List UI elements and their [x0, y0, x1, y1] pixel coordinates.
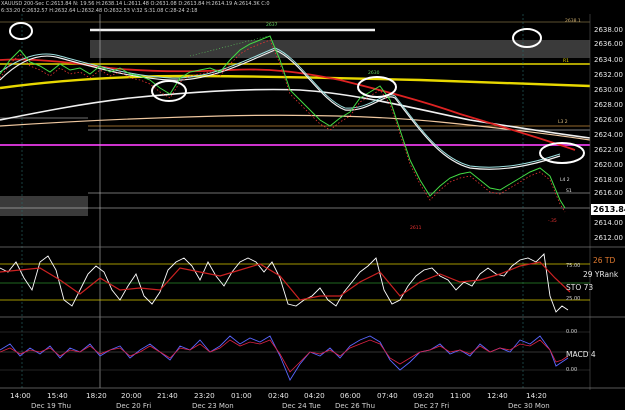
macd-signal-line: [0, 335, 569, 381]
ma-white-fast: [0, 49, 561, 170]
price-tick: 2634.00: [594, 56, 623, 64]
macd-lower-level-label: 0.00: [566, 367, 578, 373]
time-tick: 14:20: [526, 391, 547, 400]
time-tick: 21:40: [157, 391, 178, 400]
ma-cyan-fast: [0, 47, 561, 168]
time-tick: 09:20: [413, 391, 434, 400]
price-tick: 2614.00: [594, 219, 623, 227]
price-tick: 2626.00: [594, 116, 623, 124]
time-tick: 23:20: [194, 391, 215, 400]
l4-tag: L4 2: [560, 178, 570, 183]
r1-tag: R1: [563, 59, 569, 64]
ma-peach-long: [0, 114, 591, 141]
macd-histogram-line: [0, 339, 569, 373]
price-tick: 2612.00: [594, 234, 623, 242]
price-tick: 2624.00: [594, 131, 623, 139]
time-tick: 12:40: [487, 391, 508, 400]
price-tick: 2628.00: [594, 101, 623, 109]
dip-tag: -.35: [548, 219, 557, 224]
time-tick: 02:40: [268, 391, 289, 400]
peak-tag: 2637: [266, 23, 278, 28]
price-tick: 2620.00: [594, 161, 623, 169]
s1-tag: S1: [566, 189, 572, 194]
price-tick: 2638.00: [594, 26, 623, 34]
date-tick: Dec 27 Fri: [414, 402, 450, 410]
price-tick: 2632.00: [594, 71, 623, 79]
price-tick: 2636.00: [594, 40, 623, 48]
stoch-upper-level-label: 75.00: [566, 263, 581, 269]
stoch-td-label: 26 TD: [593, 256, 616, 265]
low-tag: 2611: [410, 226, 422, 231]
time-tick: 20:00: [121, 391, 142, 400]
time-tick: 01:00: [231, 391, 252, 400]
time-tick: 11:00: [450, 391, 471, 400]
date-tick: Dec 24 Tue: [282, 402, 321, 410]
price-chart[interactable]: [0, 0, 625, 410]
time-tick: 07:40: [377, 391, 398, 400]
stoch-rank-label: 29 YRank: [583, 270, 619, 279]
stoch-value-label: STO 73: [566, 283, 594, 292]
date-tick: Dec 30 Mon: [508, 402, 550, 410]
date-tick: Dec 26 Thu: [335, 402, 376, 410]
top-level-tag: 2638.1: [565, 19, 581, 24]
current-price-label: 2613.84: [593, 205, 625, 214]
date-tick: Dec 23 Mon: [192, 402, 234, 410]
price-tick: 2630.00: [594, 86, 623, 94]
macd-upper-level-label: 0.00: [566, 329, 578, 335]
ma-white-long: [0, 88, 591, 139]
highlight-circle-2: [151, 80, 187, 102]
time-tick: 04:20: [304, 391, 325, 400]
stoch-lower-level-label: 25.00: [566, 296, 581, 302]
date-tick: Dec 19 Thu: [31, 402, 72, 410]
price-tick: 2616.00: [594, 189, 623, 197]
time-tick: 18:20: [86, 391, 107, 400]
time-tick: 15:40: [47, 391, 68, 400]
ma-yellow-long: [0, 74, 591, 90]
price-tick: 2622.00: [594, 146, 623, 154]
time-tick: 14:00: [10, 391, 31, 400]
macd-label: MACD 4: [566, 350, 596, 359]
highlight-circle-1: [9, 22, 33, 40]
date-tick: Dec 20 Fri: [116, 402, 152, 410]
l3-tag: L3 2: [558, 120, 568, 125]
price-tick: 2618.00: [594, 176, 623, 184]
shaded-zone-left: [0, 196, 88, 216]
time-tick: 06:00: [340, 391, 361, 400]
mid-tag: 2630: [368, 71, 380, 76]
